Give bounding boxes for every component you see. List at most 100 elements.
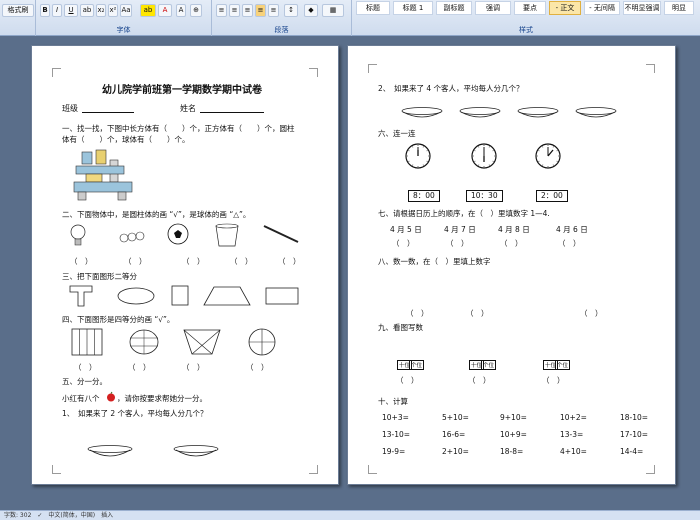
status-bar: 字数: 302 ✓ 中文(简体，中国) 插入: [0, 510, 700, 520]
shading-button[interactable]: ◆: [304, 4, 318, 17]
borders-button[interactable]: ▦: [322, 4, 344, 17]
superscript-button[interactable]: x²: [108, 4, 118, 17]
change-case-button[interactable]: Aa: [120, 4, 132, 17]
ones-label: 个位: [409, 360, 425, 370]
style-item[interactable]: 标题: [356, 1, 390, 15]
margin-mark: [309, 465, 318, 474]
answer-blank[interactable]: （ ）: [468, 375, 491, 386]
calc-problem: 13-3=: [560, 430, 584, 439]
answer-blank[interactable]: （ ）: [246, 362, 269, 373]
document-page-2: 2、 如果来了 4 个客人，平均每人分几个？ 六、连一连 七、请根据日历上的顺序…: [347, 45, 676, 485]
clocks-row: [405, 143, 561, 169]
answer-blank[interactable]: （ ）: [278, 256, 301, 267]
balls-icon: [119, 231, 145, 243]
style-item[interactable]: 标题 1: [393, 1, 433, 15]
calc-problem: 4+10=: [560, 447, 587, 456]
distribute-button[interactable]: ≡: [268, 4, 279, 17]
answer-blank[interactable]: （ ）: [182, 362, 205, 373]
striped-rectangle-icon: [71, 328, 103, 356]
ribbon: 格式刷 B I U ab x₂ x² Aa ab A A ⊕ 字体 ≡ ≡ ≡ …: [0, 0, 700, 36]
underline-button[interactable]: U: [64, 4, 78, 17]
time-box[interactable]: 2：00: [536, 190, 568, 202]
q5-sub-2: 2、 如果来了 4 个客人，平均每人分几个？: [378, 84, 524, 93]
answer-blank[interactable]: （ ）: [128, 362, 151, 373]
enclose-char-button[interactable]: ⊕: [190, 4, 202, 17]
pencil-icon: [263, 225, 299, 243]
style-item[interactable]: - 无间隔: [584, 1, 620, 15]
calc-problem: 10+9=: [500, 430, 527, 439]
ones-label: 个位: [481, 360, 497, 370]
status-text: 字数: 302 ✓ 中文(简体，中国) 插入: [4, 512, 114, 519]
style-item[interactable]: 明显: [664, 1, 694, 15]
answer-blank[interactable]: （ ）: [396, 375, 419, 386]
italic-button[interactable]: I: [52, 4, 62, 17]
answer-blank[interactable]: （ ）: [392, 238, 415, 249]
time-box[interactable]: 8：00: [408, 190, 440, 202]
style-item[interactable]: - 正文: [549, 1, 581, 15]
format-painter-button[interactable]: 格式刷: [2, 4, 34, 17]
question-8: 八、数一数，在（ ）里填上数字: [378, 257, 491, 266]
answer-blank[interactable]: （ ）: [500, 238, 523, 249]
style-item[interactable]: 副标题: [436, 1, 472, 15]
margin-mark: [368, 465, 377, 474]
answer-blank[interactable]: （ ）: [466, 308, 489, 319]
highlight-button[interactable]: ab: [140, 4, 156, 17]
date-label: 4 月 7 日: [444, 225, 476, 234]
answer-blank[interactable]: （ ）: [580, 308, 603, 319]
answer-blank[interactable]: （ ）: [74, 362, 97, 373]
question-10: 十、计算: [378, 397, 408, 406]
answer-blank[interactable]: （ ）: [70, 256, 93, 267]
quartered-circle-icon: [248, 328, 276, 356]
crossed-trapezoid-icon: [183, 329, 221, 355]
answer-blank[interactable]: （ ）: [230, 256, 253, 267]
q5-text-b: ，请你按要求帮她分一分。: [117, 394, 207, 403]
answer-blank[interactable]: （ ）: [446, 238, 469, 249]
plate-icon: [517, 107, 559, 118]
answer-blank[interactable]: （ ）: [558, 238, 581, 249]
plate-icon: [575, 107, 617, 118]
shapes-row: [69, 285, 299, 307]
align-center-button[interactable]: ≡: [229, 4, 240, 17]
question-9: 九、看图写数: [378, 323, 423, 332]
margin-mark: [52, 68, 61, 77]
align-right-button[interactable]: ≡: [242, 4, 253, 17]
class-label: 班级: [62, 104, 78, 113]
align-left-button[interactable]: ≡: [216, 4, 227, 17]
calc-problem: 17-10=: [620, 430, 649, 439]
clock-icon: [535, 143, 561, 169]
time-box[interactable]: 10：30: [466, 190, 503, 202]
answer-blank[interactable]: （ ）: [182, 256, 205, 267]
date-label: 4 月 6 日: [556, 225, 588, 234]
ones-label: 个位: [555, 360, 571, 370]
calc-problem: 13-10=: [382, 430, 411, 439]
style-item[interactable]: 强调: [475, 1, 511, 15]
line-spacing-button[interactable]: ↕: [284, 4, 298, 17]
paragraph-group: ≡ ≡ ≡ ≡ ≡ ↕ ◆ ▦ 段落: [212, 0, 352, 36]
name-blank[interactable]: [200, 112, 264, 113]
date-label: 4 月 8 日: [498, 225, 530, 234]
margin-mark: [309, 68, 318, 77]
font-color-button[interactable]: A: [158, 4, 172, 17]
style-item[interactable]: 不明显强调: [623, 1, 661, 15]
margin-mark: [646, 465, 655, 474]
strikethrough-button[interactable]: ab: [80, 4, 94, 17]
trapezoid-icon: [203, 286, 251, 306]
plates-row-2: [401, 107, 617, 118]
justify-button[interactable]: ≡: [255, 4, 266, 17]
bold-button[interactable]: B: [40, 4, 50, 17]
class-blank[interactable]: [82, 112, 134, 113]
oval-icon: [117, 287, 155, 305]
calc-problem: 9+10=: [500, 413, 527, 422]
answer-blank[interactable]: （ ）: [542, 375, 565, 386]
char-shading-button[interactable]: A: [176, 4, 186, 17]
plates-row: [87, 445, 219, 457]
calc-problem: 2+10=: [442, 447, 469, 456]
answer-blank[interactable]: （ ）: [124, 256, 147, 267]
calc-problem: 5+10=: [442, 413, 469, 422]
quartered-shapes-row: [71, 328, 276, 356]
answer-blank[interactable]: （ ）: [406, 308, 429, 319]
font-group: B I U ab x₂ x² Aa ab A A ⊕ 字体: [36, 0, 212, 36]
style-item[interactable]: 要点: [514, 1, 546, 15]
subscript-button[interactable]: x₂: [96, 4, 106, 17]
soccer-ball-icon: [167, 223, 189, 245]
